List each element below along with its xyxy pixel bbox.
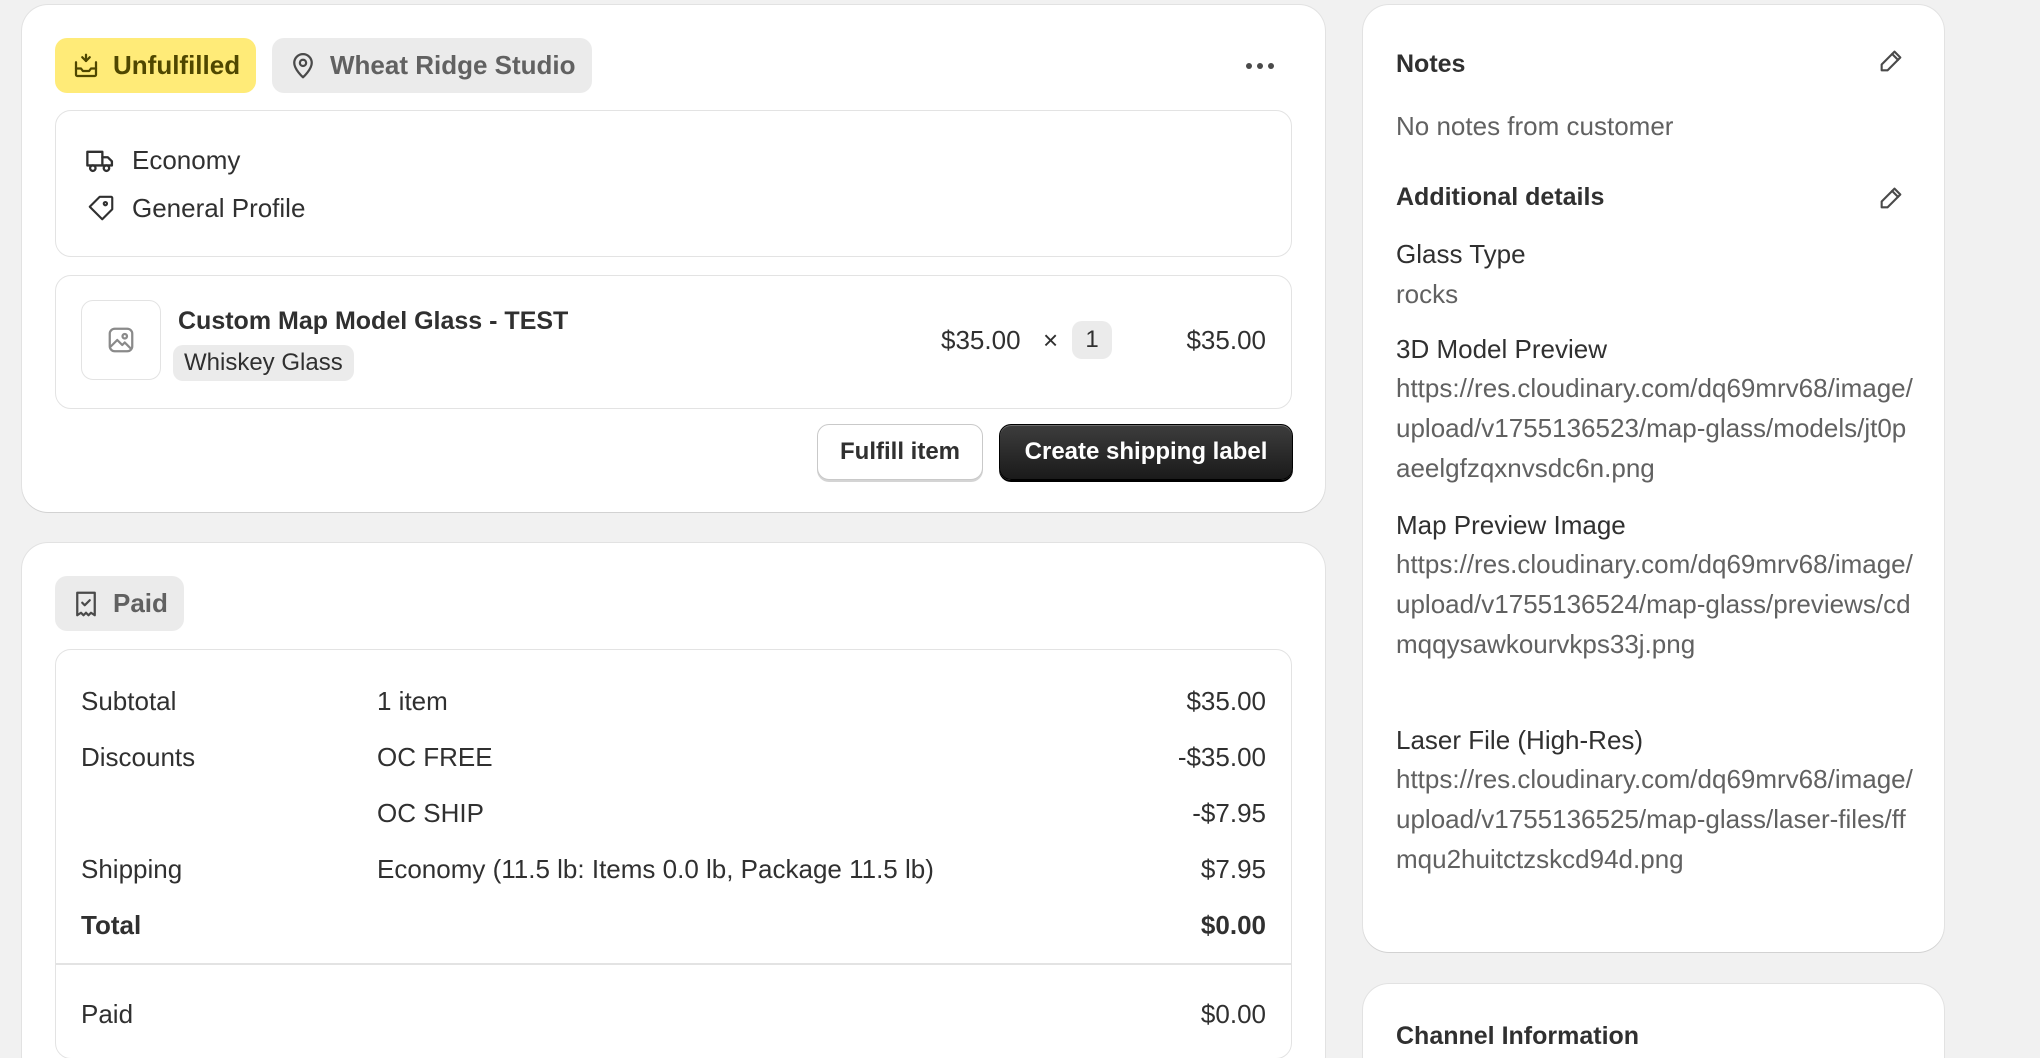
paid-label: Paid	[113, 588, 168, 618]
notes-title: Notes	[1396, 50, 1466, 78]
paid-row-label: Paid	[81, 999, 134, 1029]
fulfillment-card: Unfulfilled Wheat Ridge Studio Economy G…	[22, 5, 1325, 512]
channel-info-title: Channel Information	[1396, 1022, 1640, 1050]
shipping-profile: General Profile	[132, 193, 306, 223]
edit-notes-button[interactable]	[1873, 43, 1909, 79]
variant-tag: Whiskey Glass	[173, 345, 354, 381]
line-item-row: Custom Map Model Glass - TEST Whiskey Gl…	[55, 275, 1292, 409]
unit-price: $35.00	[941, 325, 1021, 355]
detail-value: https://res.cloudinary.com/dq69mrv68/ima…	[1396, 764, 1913, 874]
discount-code: OC SHIP	[377, 798, 484, 828]
paid-row-amount: $0.00	[1200, 999, 1266, 1029]
unfulfilled-label: Unfulfilled	[113, 50, 241, 80]
payment-card: Paid Subtotal 1 item $35.00 Discounts OC…	[22, 543, 1325, 1058]
tag-icon	[88, 195, 114, 221]
unfulfilled-badge: Unfulfilled	[55, 38, 257, 93]
line-total: $35.00	[1186, 325, 1266, 355]
detail-value: rocks	[1396, 279, 1459, 309]
detail-value: https://res.cloudinary.com/dq69mrv68/ima…	[1396, 373, 1913, 483]
pencil-icon	[1880, 50, 1902, 72]
detail-label: 3D Model Preview	[1396, 334, 1607, 364]
detail-label: Glass Type	[1396, 239, 1526, 269]
discounts-label: Discounts	[81, 742, 196, 772]
detail-label: Map Preview Image	[1396, 510, 1626, 540]
shipping-detail: Economy (11.5 lb: Items 0.0 lb, Package …	[377, 854, 934, 884]
product-title[interactable]: Custom Map Model Glass - TEST	[178, 309, 568, 334]
create-shipping-label-button[interactable]: Create shipping label	[999, 424, 1293, 480]
location-badge: Wheat Ridge Studio	[272, 38, 592, 93]
detail-label: Laser File (High-Res)	[1396, 725, 1644, 755]
shipping-info-box: Economy General Profile	[55, 110, 1292, 257]
subtotal-detail: 1 item	[377, 686, 448, 716]
channel-info-card: Channel Information	[1363, 984, 1944, 1058]
order-details-page: Unfulfilled Wheat Ridge Studio Economy G…	[0, 0, 2040, 1058]
discount-amount: -$35.00	[1177, 742, 1266, 772]
subtotal-label: Subtotal	[81, 686, 177, 716]
edit-additional-details-button[interactable]	[1873, 180, 1909, 216]
shipping-label: Shipping	[81, 854, 183, 884]
times-sign: ×	[1043, 325, 1059, 355]
location-pin-icon	[293, 52, 313, 78]
total-amount: $0.00	[1200, 910, 1266, 940]
image-placeholder-icon	[108, 327, 134, 353]
more-actions-button[interactable]	[1240, 46, 1280, 86]
fulfill-item-button[interactable]: Fulfill item	[817, 424, 983, 480]
total-label: Total	[81, 910, 142, 940]
payment-summary-box: Subtotal 1 item $35.00 Discounts OC FREE…	[55, 649, 1292, 1058]
product-thumbnail[interactable]	[81, 300, 161, 380]
subtotal-amount: $35.00	[1186, 686, 1266, 716]
shipping-method: Economy	[132, 145, 241, 175]
paid-badge: Paid	[55, 576, 184, 631]
pencil-icon	[1880, 187, 1902, 209]
notes-card: Notes No notes from customer Additional …	[1363, 5, 1944, 952]
discount-amount: -$7.95	[1192, 798, 1266, 828]
additional-details-title: Additional details	[1396, 183, 1605, 211]
summary-divider	[56, 963, 1291, 965]
shipping-amount: $7.95	[1200, 854, 1266, 884]
location-label: Wheat Ridge Studio	[330, 50, 576, 80]
detail-value: https://res.cloudinary.com/dq69mrv68/ima…	[1396, 549, 1913, 659]
truck-icon	[86, 150, 114, 173]
discount-code: OC FREE	[377, 742, 493, 772]
receipt-check-icon	[76, 591, 96, 616]
quantity-badge: 1	[1072, 321, 1112, 359]
more-horizontal-icon	[1246, 63, 1274, 69]
inbox-icon	[74, 53, 98, 77]
notes-body: No notes from customer	[1396, 111, 1674, 141]
